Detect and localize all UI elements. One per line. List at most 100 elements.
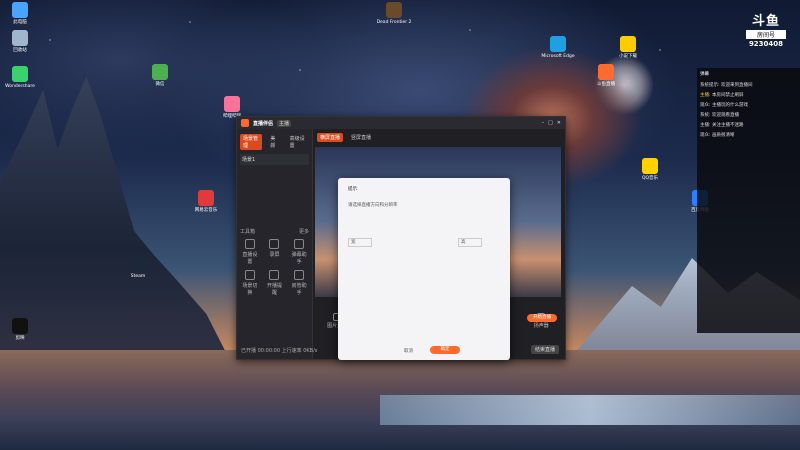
chat-username[interactable]: 系统提示: [700, 83, 718, 88]
desktop-icon-label: QQ音乐: [641, 176, 659, 181]
chat-username[interactable]: 主播: [700, 93, 709, 98]
desktop-icon-label: Dead Frontier 2: [376, 20, 412, 25]
desktop-icon[interactable]: 此电脑: [0, 2, 40, 25]
chat-text: 主播玩的什么游戏: [711, 103, 748, 108]
resolution-dialog[interactable]: 提示 请选择直播方向和分辨率 宽 高 取消 确定: [338, 178, 510, 360]
source-label: 扬声器: [533, 323, 549, 329]
chat-lines: 系统提示: 欢迎来到直播间 主播: 本房间禁止刷屏 观众: 主播玩的什么游戏 系统: …: [700, 82, 797, 139]
desktop-icon[interactable]: 回收站: [0, 30, 40, 53]
app-icon: [642, 158, 658, 174]
app-titlebar[interactable]: 直播伴侣 主播 – □ ✕: [237, 117, 565, 129]
chat-message: 主播: 本房间禁止刷屏: [700, 92, 797, 99]
app-icon: [12, 30, 28, 46]
chat-username[interactable]: 观众: [700, 103, 709, 108]
tool-item[interactable]: 录屏: [265, 239, 285, 265]
scene-item[interactable]: 场景1: [240, 154, 309, 165]
desktop-icon-label: Wondershare: [5, 84, 35, 89]
chat-text: 欢迎来到直播间: [720, 83, 753, 88]
sidebar-tabs: 场景管理 美颜 高级设置: [240, 134, 309, 150]
desktop-icon[interactable]: 斗鱼直播: [586, 64, 626, 87]
chat-username[interactable]: 主播: [700, 123, 709, 128]
chat-message: 系统: 欢迎观看直播: [700, 112, 797, 119]
chat-text: 欢迎观看直播: [711, 113, 739, 118]
tool-icon: [244, 239, 255, 249]
chat-message: 系统提示: 欢迎来到直播间: [700, 82, 797, 89]
desktop-icon-label: 斗鱼直播: [597, 82, 615, 87]
desktop-icon[interactable]: 微信: [140, 64, 180, 87]
dialog-cancel-button[interactable]: 取消: [404, 348, 413, 354]
desktop-icon[interactable]: Steam: [118, 256, 158, 279]
tab-scene[interactable]: 场景管理: [240, 134, 263, 150]
chat-text: 本房间禁止刷屏: [711, 93, 744, 98]
dialog-confirm-button[interactable]: 确定: [430, 346, 460, 354]
desktop-icon-label: Steam: [130, 274, 146, 279]
app-icon: [152, 64, 168, 80]
desktop-icon-label: 回收站: [13, 48, 27, 53]
tool-item[interactable]: 直播设置: [240, 239, 260, 265]
tool-item[interactable]: 弹幕助手: [289, 239, 309, 265]
close-icon[interactable]: ✕: [557, 120, 561, 126]
tab-portrait[interactable]: 竖屏直播: [348, 133, 374, 142]
desktop-icon[interactable]: QQ音乐: [630, 158, 670, 181]
app-icon: [12, 2, 28, 18]
tool-grid: 直播设置 录屏 弹幕助手场景切换 开播提醒 房管助手: [240, 239, 309, 296]
tab-advanced[interactable]: 高级设置: [287, 134, 309, 150]
tool-label: 场景切换: [242, 283, 258, 296]
chat-username[interactable]: 系统: [700, 113, 709, 118]
tab-landscape[interactable]: 横屏直播: [317, 133, 344, 142]
dialog-title: 提示: [348, 187, 357, 192]
desktop-icon-label: Microsoft Edge: [541, 54, 575, 59]
minimize-icon[interactable]: –: [542, 120, 545, 126]
app-icon: [130, 256, 146, 272]
app-icon: [12, 318, 28, 334]
desktop-icon[interactable]: Microsoft Edge: [538, 36, 578, 59]
chat-text: 关注主播不迷路: [711, 123, 744, 128]
app-icon: [224, 96, 240, 112]
tool-icon: [269, 270, 280, 280]
tool-label: 直播设置: [242, 252, 258, 265]
desktop-icon[interactable]: Wondershare: [0, 66, 40, 89]
app-icon: [550, 36, 566, 52]
app-icon: [198, 190, 214, 206]
desktop-icon-label: 剪映: [15, 336, 25, 341]
tool-label: 开播提醒: [266, 283, 282, 296]
chat-message: 观众: 画质很清晰: [700, 132, 797, 139]
toolbox-title: 工具箱: [240, 229, 256, 235]
maximize-icon[interactable]: □: [548, 120, 553, 126]
brand-room-label: 房间号: [746, 30, 786, 39]
desktop-icon[interactable]: 网易云音乐: [186, 190, 226, 213]
stop-live-button[interactable]: 结束直播: [530, 345, 559, 354]
desktop-icon[interactable]: 小说下载: [608, 36, 648, 59]
height-field[interactable]: 高: [458, 238, 482, 247]
width-field[interactable]: 宽: [348, 238, 372, 247]
tool-label: 弹幕助手: [291, 252, 307, 265]
tool-icon: [294, 270, 305, 280]
desktop-icon[interactable]: Dead Frontier 2: [374, 2, 414, 25]
tool-icon: [244, 270, 255, 280]
desktop-icon-label: 网易云音乐: [194, 208, 218, 213]
toolbox-heading: 工具箱 更多: [240, 228, 309, 235]
start-live-button[interactable]: 开始直播: [527, 314, 557, 322]
tool-item[interactable]: 场景切换: [240, 270, 260, 296]
dialog-body: 请选择直播方向和分辨率: [348, 203, 398, 208]
app-sidebar: 场景管理 美颜 高级设置 场景1 工具箱 更多 直播设置 录屏 弹幕助手场景切换 开播…: [237, 129, 313, 359]
chat-panel[interactable]: 弹幕 系统提示: 欢迎来到直播间 主播: 本房间禁止刷屏 观众: 主播玩的什么游戏系…: [697, 68, 800, 333]
app-logo-icon: [241, 119, 249, 127]
desktop-icon-label: 此电脑: [13, 20, 27, 25]
tab-beauty[interactable]: 美颜: [267, 134, 281, 150]
desktop-icon-label: 小说下载: [619, 54, 637, 59]
tool-icon: [294, 239, 305, 249]
toolbox-more-link[interactable]: 更多: [299, 228, 309, 235]
desktop-icon[interactable]: 剪映: [0, 318, 40, 341]
douyu-watermark: 斗鱼 房间号 9230408: [740, 10, 792, 48]
brand-logo: 斗鱼: [751, 14, 780, 29]
brand-room-number: 9230408: [748, 40, 784, 48]
tool-item[interactable]: 开播提醒: [265, 270, 285, 296]
wallpaper-lake: [380, 395, 800, 425]
preview-tabs: 横屏直播 竖屏直播: [317, 133, 374, 142]
tool-label: 录屏: [269, 252, 280, 258]
app-icon: [598, 64, 614, 80]
chat-username[interactable]: 观众: [700, 133, 709, 138]
chat-text: 画质很清晰: [711, 133, 735, 138]
tool-item[interactable]: 房管助手: [289, 270, 309, 296]
